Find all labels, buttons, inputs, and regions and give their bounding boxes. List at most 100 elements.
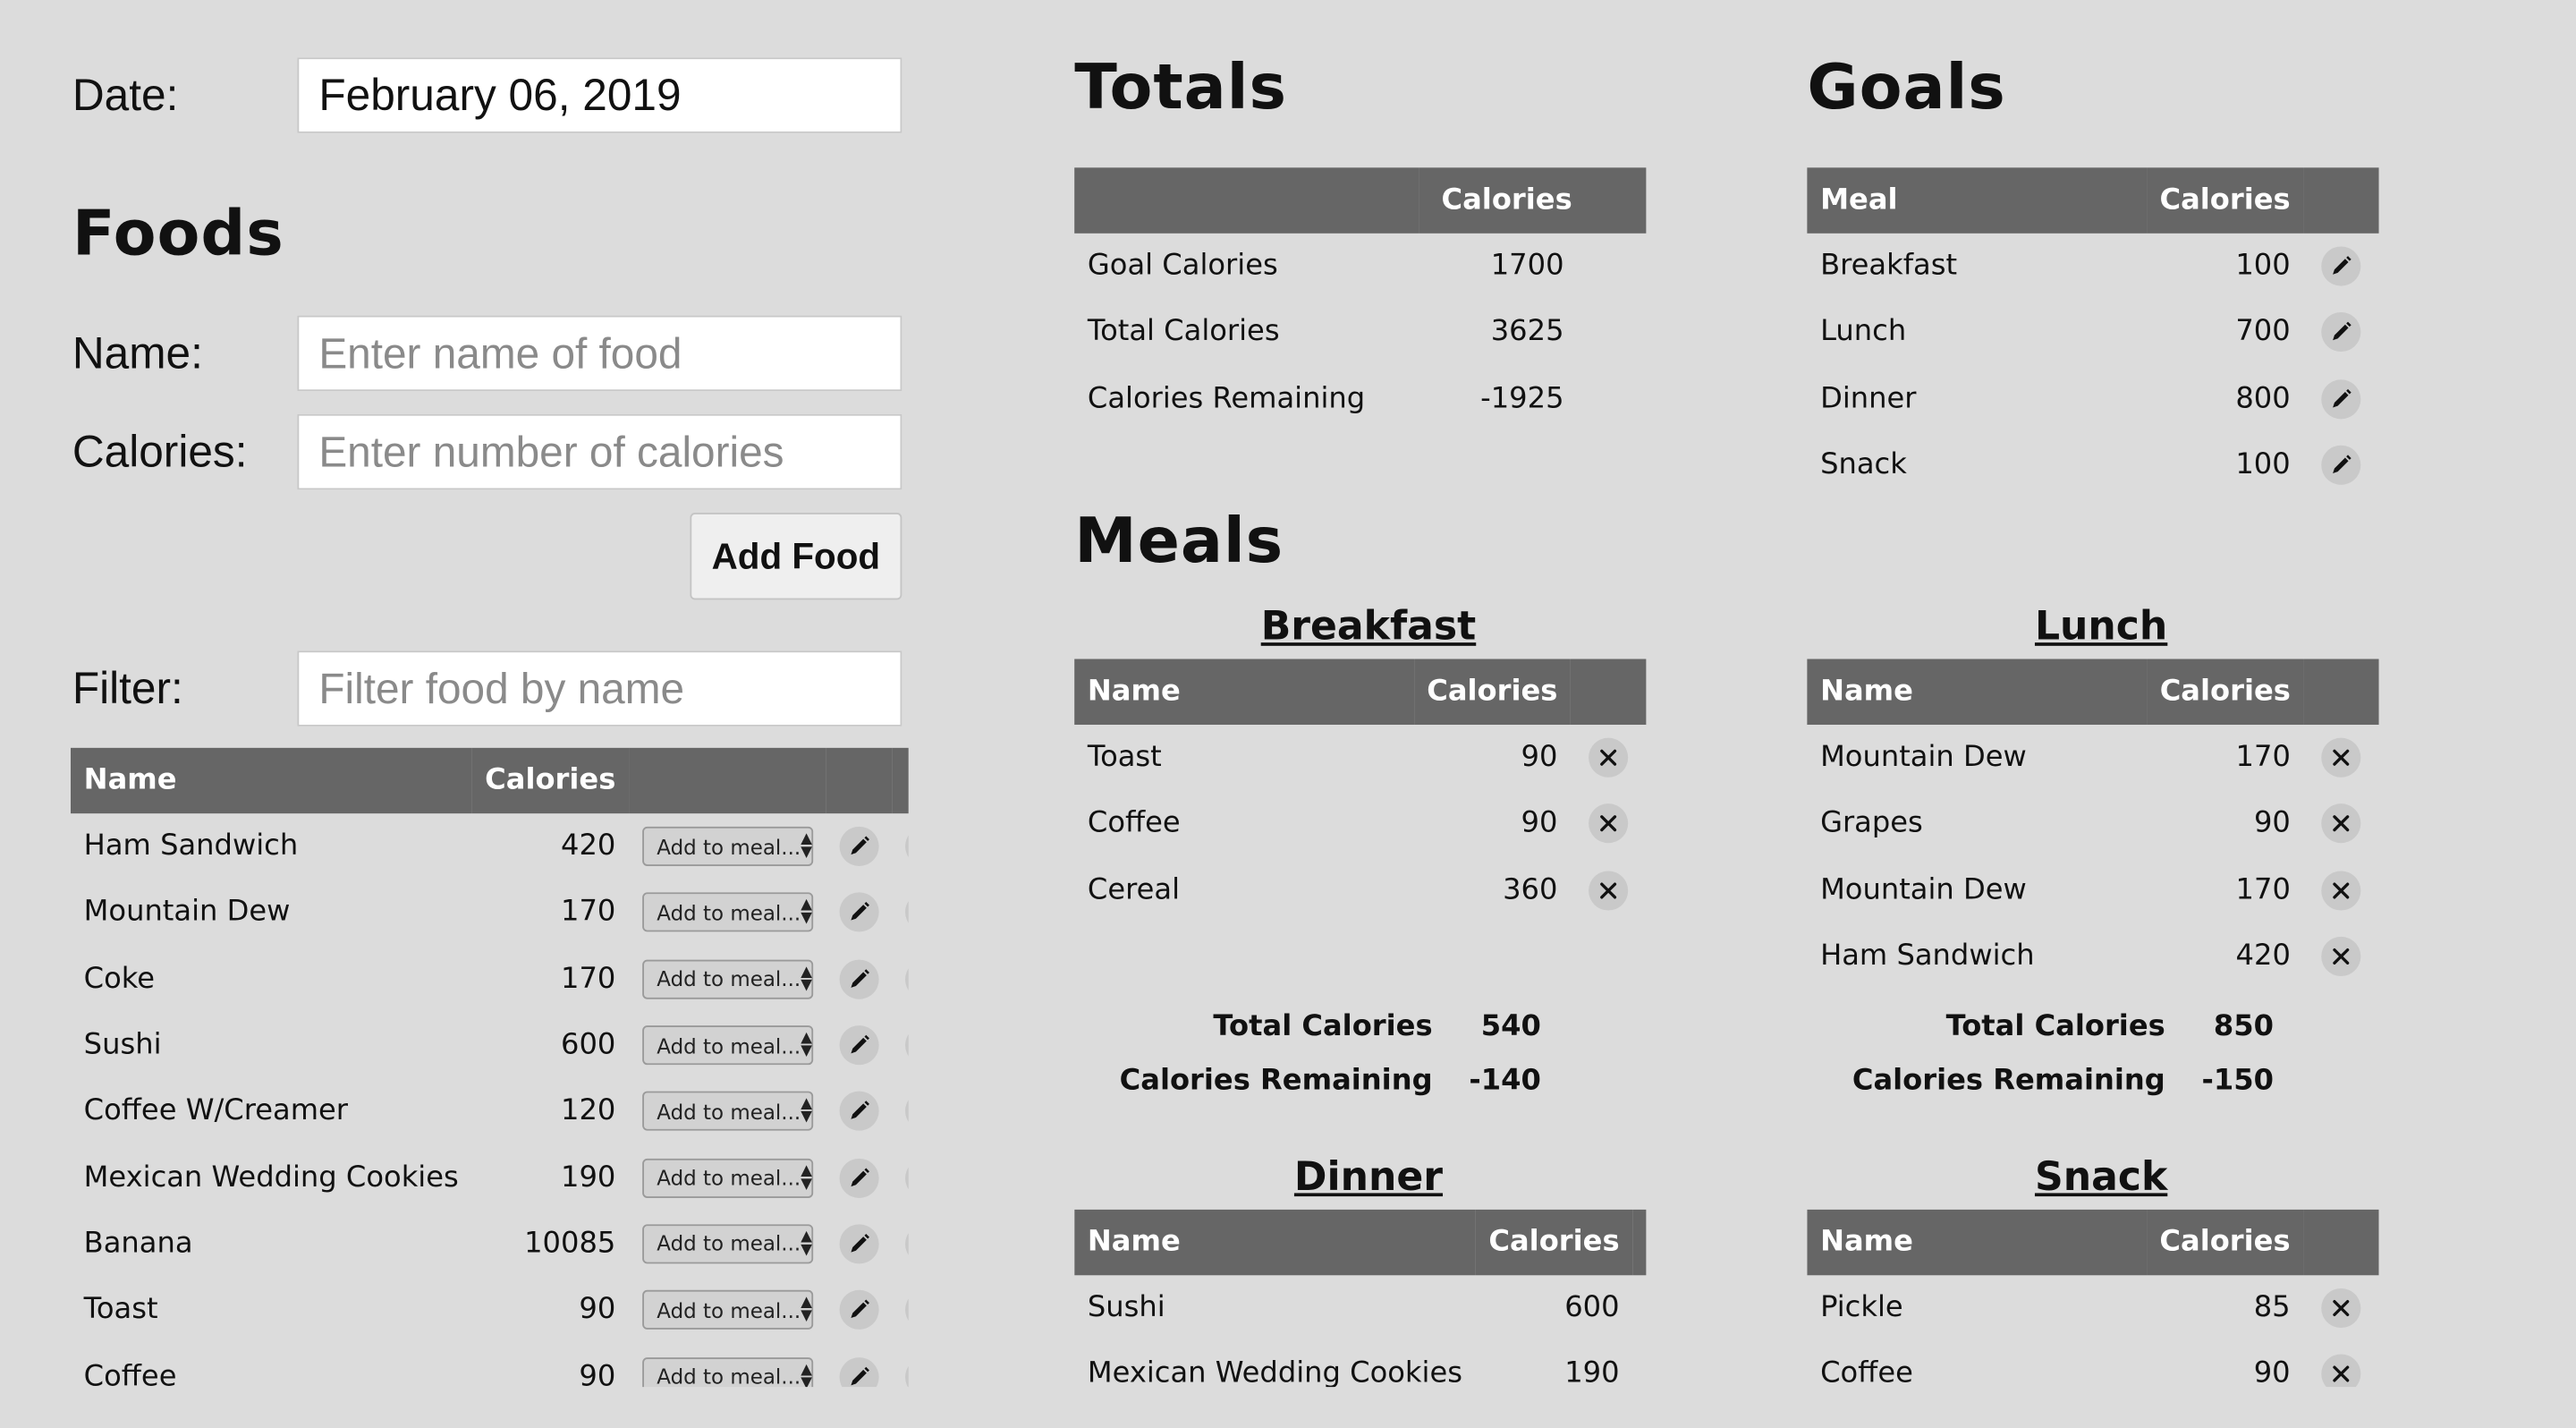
add-to-meal-select[interactable]: Add to meal... ▲ ▼ [641,1290,813,1330]
delete-x-icon[interactable] [904,893,909,933]
food-delete-cell [892,880,909,946]
food-delete-cell [892,1277,909,1343]
lunch-item-name: Mountain Dew [1820,741,2027,775]
edit-pencil-icon[interactable] [2321,445,2361,485]
lunch-delete-cell [2304,857,2379,923]
edit-pencil-icon[interactable] [839,827,879,867]
add-to-meal-select[interactable]: Add to meal... ▲ ▼ [641,959,813,999]
delete-x-icon[interactable] [904,1092,909,1132]
remove-x-icon[interactable] [1589,870,1629,911]
food-name: Banana [83,1227,193,1261]
breakfast-item-calories: 360 [1503,873,1558,907]
select-arrows-icon: ▲ ▼ [801,897,812,928]
remove-x-icon[interactable] [2321,1288,2361,1329]
add-to-meal-select[interactable]: Add to meal... ▲ ▼ [641,1224,813,1264]
goal-edit-cell [2303,300,2378,366]
delete-x-icon[interactable] [904,1290,909,1330]
add-to-meal-label: Add to meal... [657,1364,801,1388]
goal-row: Breakfast 100 [1807,234,2378,300]
edit-pencil-icon[interactable] [2321,246,2361,286]
delete-x-icon[interactable] [904,959,909,999]
goal-calories: 100 [2235,448,2291,482]
remove-x-icon[interactable] [2321,870,2361,911]
edit-pencil-icon[interactable] [2321,312,2361,353]
breakfast-item-calories: 90 [1521,807,1558,841]
goal-calories: 100 [2235,250,2291,284]
delete-x-icon[interactable] [904,1224,909,1264]
edit-pencil-icon[interactable] [839,893,879,933]
food-name: Coke [83,962,156,996]
food-row: Banana 10085 Add to meal... ▲ ▼ [71,1211,909,1277]
edit-pencil-icon[interactable] [839,1290,879,1330]
snack-delete-cell [2303,1275,2378,1341]
foods-table-container[interactable]: Name Calories Ham Sandwich 420 Add to meal… [70,747,909,1388]
dinner-row: Sushi 600 [1074,1275,1647,1341]
lunch-item-name: Grapes [1820,807,1923,841]
food-add-cell: Add to meal... ▲ ▼ [629,1012,826,1078]
food-edit-cell [826,1211,891,1277]
add-to-meal-select[interactable]: Add to meal... ▲ ▼ [641,1092,813,1132]
remove-x-icon[interactable] [1589,737,1629,778]
food-delete-cell [892,1343,909,1388]
food-edit-cell [826,1144,891,1211]
add-to-meal-select[interactable]: Add to meal... ▲ ▼ [641,827,813,867]
edit-pencil-icon[interactable] [839,1025,879,1066]
add-to-meal-label: Add to meal... [657,1099,801,1124]
date-input[interactable] [297,57,902,133]
edit-pencil-icon[interactable] [839,1356,879,1388]
add-to-meal-label: Add to meal... [657,1033,801,1058]
snack-col-delete [2303,1210,2378,1275]
delete-x-icon[interactable] [904,1158,909,1198]
food-row: Ham Sandwich 420 Add to meal... ▲ ▼ [71,813,909,880]
edit-pencil-icon[interactable] [839,1158,879,1198]
food-edit-cell [826,946,891,1012]
food-add-cell: Add to meal... ▲ ▼ [629,813,826,880]
food-calories: 10085 [524,1227,616,1261]
filter-input[interactable] [297,650,902,727]
dinner-table-container[interactable]: Name Calories Sushi 600 Mexican Wedding Co… [1074,1209,1647,1388]
remove-x-icon[interactable] [2321,936,2361,977]
food-edit-cell [826,1012,891,1078]
breakfast-row: Coffee 90 [1074,791,1646,857]
lunch-table: Name Calories Mountain Dew 170 Grapes 90 Mou… [1807,659,2379,990]
totals-label: Goal Calories [1087,250,1278,284]
snack-row: Pickle 85 [1807,1275,2378,1341]
remove-x-icon[interactable] [2321,1355,2361,1388]
edit-pencil-icon[interactable] [2321,378,2361,419]
food-add-cell: Add to meal... ▲ ▼ [629,1211,826,1277]
add-to-meal-select[interactable]: Add to meal... ▲ ▼ [641,1158,813,1198]
edit-pencil-icon[interactable] [839,1224,879,1264]
add-to-meal-label: Add to meal... [657,966,801,991]
lunch-title: Lunch [2034,603,2168,650]
food-calories-input[interactable] [297,413,902,490]
delete-x-icon[interactable] [904,1356,909,1388]
snack-table-container[interactable]: Name Calories Pickle 85 Coffee 90 [1807,1209,2379,1388]
dinner-row: Mexican Wedding Cookies 190 [1074,1341,1647,1388]
food-name-input[interactable] [297,315,902,392]
select-arrows-icon: ▲ ▼ [801,1361,812,1388]
add-to-meal-select[interactable]: Add to meal... ▲ ▼ [641,893,813,933]
remove-x-icon[interactable] [2321,737,2361,778]
goal-edit-cell [2303,234,2378,300]
add-to-meal-select[interactable]: Add to meal... ▲ ▼ [641,1356,813,1388]
food-row: Coke 170 Add to meal... ▲ ▼ [71,946,909,1012]
add-to-meal-select[interactable]: Add to meal... ▲ ▼ [641,1025,813,1066]
totals-row: Goal Calories 1700 [1074,234,1646,300]
totals-heading: Totals [1074,50,1287,123]
delete-x-icon[interactable] [904,827,909,867]
edit-pencil-icon[interactable] [839,959,879,999]
remove-x-icon[interactable] [2321,803,2361,845]
food-name: Coffee [83,1359,177,1388]
totals-table: Calories Goal Calories 1700 Total Calories… [1074,167,1647,432]
totals-col-label [1074,167,1419,233]
edit-pencil-icon[interactable] [839,1092,879,1132]
delete-x-icon[interactable] [904,1025,909,1066]
remove-x-icon[interactable] [1589,803,1629,845]
goal-meal: Lunch [1820,316,1907,350]
food-calories: 90 [579,1293,616,1327]
goal-meal: Snack [1820,448,1907,482]
dinner-delete-cell [1632,1341,1647,1388]
add-food-button[interactable]: Add Food [690,513,902,600]
food-add-cell: Add to meal... ▲ ▼ [629,880,826,946]
filter-label: Filter: [72,664,183,714]
